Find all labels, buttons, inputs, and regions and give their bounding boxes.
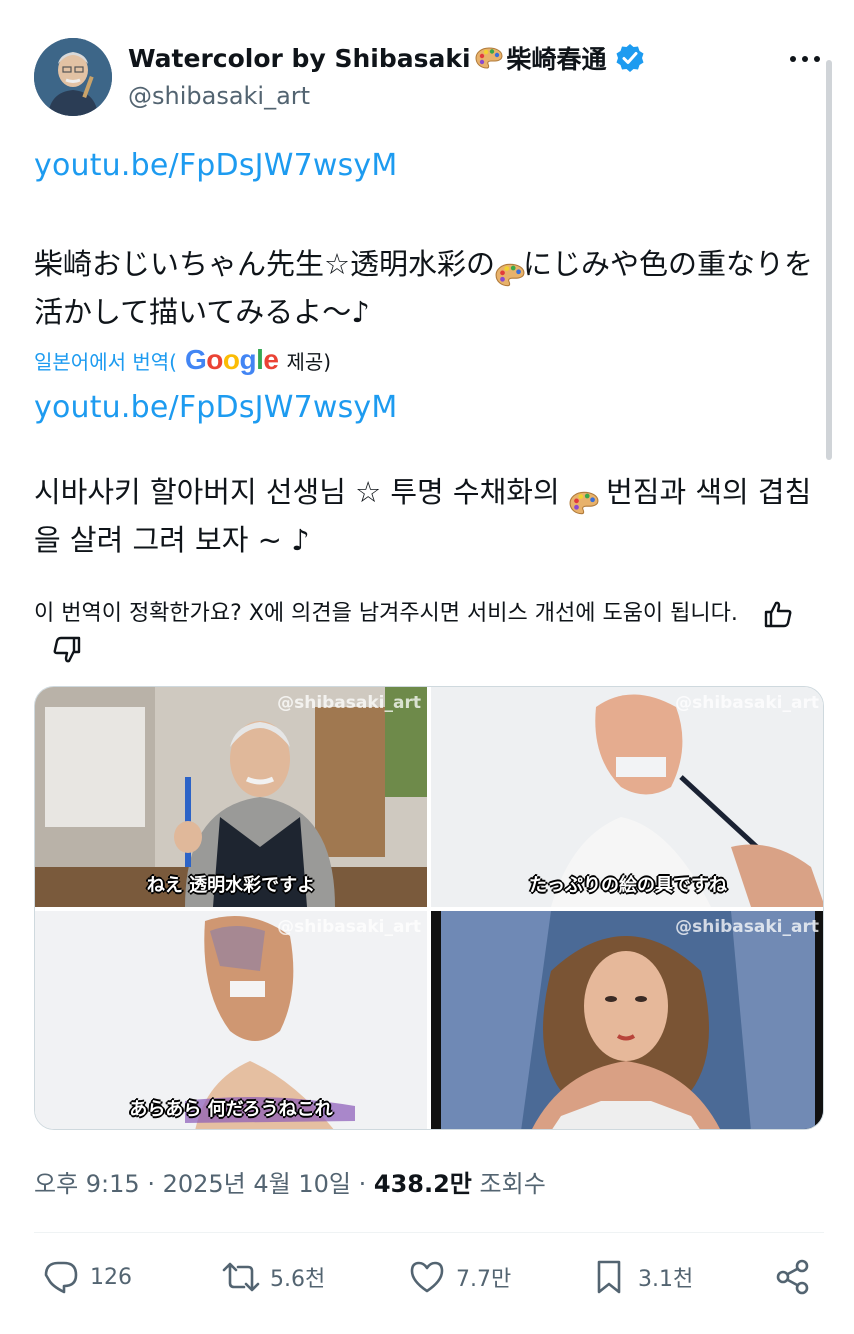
more-icon[interactable] bbox=[790, 50, 820, 66]
palette-emoji-icon bbox=[495, 254, 525, 287]
author-handle[interactable]: @shibasaki_art bbox=[128, 82, 645, 110]
meta-separator: · bbox=[358, 1170, 374, 1198]
bookmark-icon bbox=[597, 1260, 621, 1294]
tweet-meta: 오후 9:15 · 2025년 4월 10일 · 438.2만 조회수 bbox=[34, 1164, 546, 1199]
tweet-text-jp-part1: 柴崎おじいちゃん先生☆透明水彩の bbox=[34, 247, 495, 281]
youtube-link-translated[interactable]: youtu.be/FpDsJW7wsyM bbox=[34, 390, 397, 425]
bookmark-count: 3.1천 bbox=[638, 1267, 694, 1292]
watermark: @shibasaki_art bbox=[675, 917, 819, 937]
video-thumbnail-3[interactable]: @shibasaki_art あらあら 何だろうねこれ bbox=[35, 911, 427, 1129]
video-thumbnail-1[interactable]: @shibasaki_art ねえ 透明水彩ですよ bbox=[35, 687, 427, 907]
repost-count: 5.6천 bbox=[270, 1267, 326, 1292]
reply-button[interactable]: 126 bbox=[42, 1258, 132, 1296]
avatar[interactable] bbox=[34, 38, 112, 116]
watermark: @shibasaki_art bbox=[277, 917, 421, 937]
youtube-link[interactable]: youtu.be/FpDsJW7wsyM bbox=[34, 148, 397, 183]
thumbs-up-icon[interactable] bbox=[763, 600, 793, 628]
tweet-time[interactable]: 오후 9:15 bbox=[34, 1170, 140, 1198]
scrollbar[interactable] bbox=[826, 60, 832, 460]
watermark: @shibasaki_art bbox=[675, 693, 819, 713]
video-subtitle: たっぷりの絵の具ですね bbox=[529, 875, 727, 896]
share-button[interactable] bbox=[774, 1258, 812, 1296]
tweet-date[interactable]: 2025년 4월 10일 bbox=[163, 1170, 351, 1198]
translated-label[interactable]: 일본어에서 번역( bbox=[34, 346, 177, 375]
share-icon bbox=[776, 1259, 809, 1295]
media-grid: @shibasaki_art ねえ 透明水彩ですよ @shibasaki_art… bbox=[34, 686, 824, 1130]
video-subtitle: あらあら 何だろうねこれ bbox=[129, 1099, 333, 1120]
like-count: 7.7만 bbox=[456, 1267, 512, 1292]
translated-by: 일본어에서 번역( Google 제공) bbox=[34, 344, 331, 376]
finished-portrait-image bbox=[431, 911, 823, 1129]
tweet-text-jp: 柴崎おじいちゃん先生☆透明水彩の にじみや色の重なりを活かして描いてみるよ〜♪ bbox=[34, 240, 824, 336]
author-names: Watercolor by Shibasaki 柴崎春通 @shibasaki_… bbox=[128, 40, 645, 110]
tweet-header: Watercolor by Shibasaki 柴崎春通 @shibasaki_… bbox=[34, 38, 824, 118]
video-subtitle: ねえ 透明水彩ですよ bbox=[146, 875, 316, 896]
tweet-text-ko: 시바사키 할아버지 선생님 ☆ 투명 수채화의 번짐과 색의 겹침을 살려 그려… bbox=[34, 468, 824, 564]
display-name-text[interactable]: Watercolor by Shibasaki bbox=[128, 44, 471, 73]
video-thumbnail-2[interactable]: @shibasaki_art たっぷりの絵の具ですね bbox=[431, 687, 823, 907]
display-name[interactable]: Watercolor by Shibasaki 柴崎春通 bbox=[128, 40, 645, 76]
watermark: @shibasaki_art bbox=[277, 693, 421, 713]
view-label: 조회수 bbox=[479, 1170, 546, 1198]
like-button[interactable]: 7.7만 bbox=[408, 1258, 511, 1296]
video-thumbnail-4[interactable]: @shibasaki_art bbox=[431, 911, 823, 1129]
repost-icon bbox=[222, 1262, 260, 1292]
reply-count: 126 bbox=[90, 1264, 132, 1290]
verified-badge-icon bbox=[615, 43, 645, 73]
like-icon bbox=[410, 1261, 444, 1293]
translation-feedback: 이 번역이 정확한가요? X에 의견을 남겨주시면 서비스 개선에 도움이 됩니… bbox=[34, 596, 824, 668]
display-name-jp[interactable]: 柴崎春通 bbox=[507, 40, 607, 76]
tweet-text-ko-part1: 시바사키 할아버지 선생님 ☆ 투명 수채화의 bbox=[34, 475, 569, 509]
bookmark-button[interactable]: 3.1천 bbox=[590, 1258, 693, 1296]
palette-emoji-icon bbox=[569, 482, 599, 515]
translated-suffix: 제공) bbox=[286, 349, 332, 374]
action-bar: 126 5.6천 7.7만 3.1천 bbox=[34, 1258, 824, 1306]
palette-emoji-icon bbox=[475, 46, 503, 70]
view-count: 438.2만 bbox=[373, 1170, 472, 1198]
meta-separator: · bbox=[147, 1170, 163, 1198]
repost-button[interactable]: 5.6천 bbox=[222, 1258, 325, 1296]
divider bbox=[34, 1232, 824, 1233]
google-logo: Google bbox=[184, 344, 279, 375]
feedback-text: 이 번역이 정확한가요? X에 의견을 남겨주시면 서비스 개선에 도움이 됩니… bbox=[34, 601, 738, 626]
reply-icon bbox=[44, 1261, 78, 1294]
thumbs-down-icon[interactable] bbox=[52, 636, 82, 664]
